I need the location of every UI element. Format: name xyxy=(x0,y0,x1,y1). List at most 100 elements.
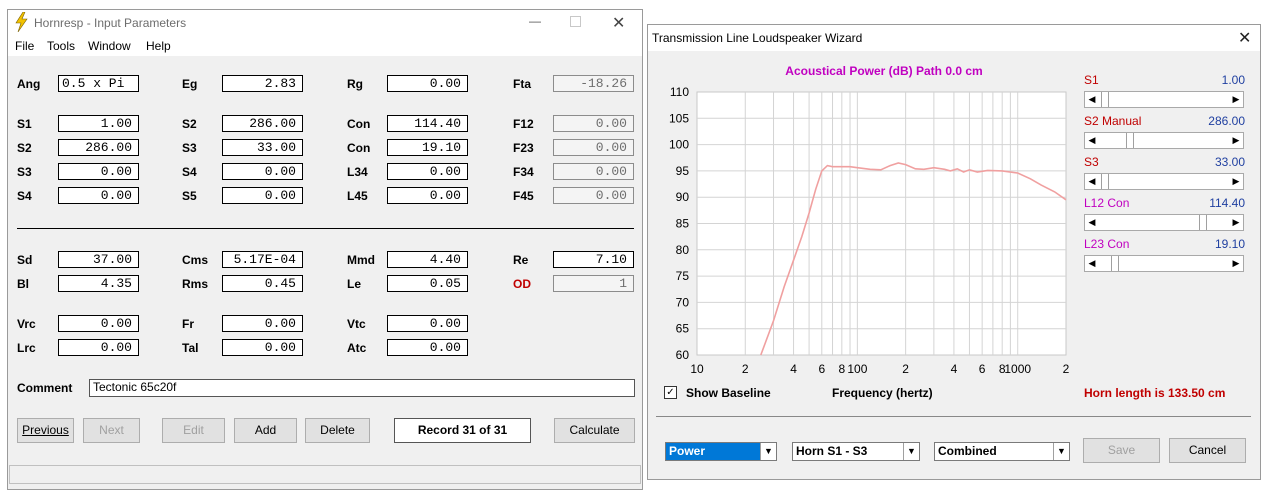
close-icon[interactable]: ✕ xyxy=(1238,28,1251,48)
horn-section-select[interactable]: Horn S1 - S3 ▼ xyxy=(792,442,920,461)
chevron-down-icon[interactable]: ▼ xyxy=(1053,443,1069,460)
slider-left-arrow-icon[interactable]: ◀ xyxy=(1085,215,1099,230)
param-field-f23[interactable]: 0.00 xyxy=(553,139,634,156)
close-icon[interactable]: ✕ xyxy=(612,13,625,33)
slider-right-arrow-icon[interactable]: ▶ xyxy=(1229,133,1243,148)
slider-track[interactable]: ◀ ▶ xyxy=(1084,214,1244,231)
slider-track[interactable]: ◀ ▶ xyxy=(1084,255,1244,272)
param-field-f45[interactable]: 0.00 xyxy=(553,187,634,204)
menu-file[interactable]: File xyxy=(15,39,34,53)
param-label-lrc: Lrc xyxy=(17,341,36,355)
slider-right-arrow-icon[interactable]: ▶ xyxy=(1229,92,1243,107)
param-label-con: Con xyxy=(347,117,371,131)
param-field-s2[interactable]: 286.00 xyxy=(222,115,303,132)
param-field-od[interactable]: 1 xyxy=(553,275,634,292)
menu-bar: File Tools Window Help xyxy=(8,36,642,56)
param-label-eg: Eg xyxy=(182,77,198,91)
slider-right-arrow-icon[interactable]: ▶ xyxy=(1229,256,1243,271)
save-button[interactable]: Save xyxy=(1083,438,1160,463)
param-field-fr[interactable]: 0.00 xyxy=(222,315,303,332)
add-button[interactable]: Add xyxy=(234,418,297,443)
slider-right-arrow-icon[interactable]: ▶ xyxy=(1229,174,1243,189)
param-field-le[interactable]: 0.05 xyxy=(387,275,468,292)
param-field-atc[interactable]: 0.00 xyxy=(387,339,468,356)
param-field-mmd[interactable]: 4.40 xyxy=(387,251,468,268)
cancel-button[interactable]: Cancel xyxy=(1169,438,1246,463)
param-field-s4[interactable]: 0.00 xyxy=(58,187,139,204)
comment-field[interactable]: Tectonic 65c20f xyxy=(89,379,635,397)
param-field-s3[interactable]: 33.00 xyxy=(222,139,303,156)
param-field-s2[interactable]: 286.00 xyxy=(58,139,139,156)
slider-left-arrow-icon[interactable]: ◀ xyxy=(1085,92,1099,107)
param-label-l45: L45 xyxy=(347,189,368,203)
param-field-lrc[interactable]: 0.00 xyxy=(58,339,139,356)
param-field-l45[interactable]: 0.00 xyxy=(387,187,468,204)
slider-thumb[interactable] xyxy=(1199,215,1208,230)
combined-select[interactable]: Combined ▼ xyxy=(934,442,1070,461)
menu-window[interactable]: Window xyxy=(88,39,131,53)
slider-name: L23 Con xyxy=(1084,237,1130,251)
param-field-vrc[interactable]: 0.00 xyxy=(58,315,139,332)
calculate-button[interactable]: Calculate xyxy=(554,418,635,443)
param-field-re[interactable]: 7.10 xyxy=(553,251,634,268)
wizard-title-bar: Transmission Line Loudspeaker Wizard ✕ xyxy=(648,25,1260,51)
param-label-s2: S2 xyxy=(17,141,32,155)
delete-button[interactable]: Delete xyxy=(305,418,370,443)
param-field-s1[interactable]: 1.00 xyxy=(58,115,139,132)
slider-value: 114.40 xyxy=(1209,196,1245,210)
param-field-ang[interactable]: 0.5 x Pi xyxy=(58,75,139,92)
param-field-cms[interactable]: 5.17E-04 xyxy=(222,251,303,268)
param-field-s3[interactable]: 0.00 xyxy=(58,163,139,180)
slider-left-arrow-icon[interactable]: ◀ xyxy=(1085,133,1099,148)
param-field-f34[interactable]: 0.00 xyxy=(553,163,634,180)
previous-button[interactable]: Previous xyxy=(17,418,74,443)
slider-thumb[interactable] xyxy=(1111,256,1120,271)
slider-left-arrow-icon[interactable]: ◀ xyxy=(1085,174,1099,189)
param-field-l34[interactable]: 0.00 xyxy=(387,163,468,180)
param-field-con[interactable]: 19.10 xyxy=(387,139,468,156)
slider-name: S3 xyxy=(1084,155,1099,169)
divider xyxy=(656,416,1251,417)
chevron-down-icon[interactable]: ▼ xyxy=(903,443,919,460)
param-field-s4[interactable]: 0.00 xyxy=(222,163,303,180)
param-label-ang: Ang xyxy=(17,77,41,91)
slider-thumb[interactable] xyxy=(1101,92,1110,107)
param-label-atc: Atc xyxy=(347,341,367,355)
param-field-vtc[interactable]: 0.00 xyxy=(387,315,468,332)
param-field-bl[interactable]: 4.35 xyxy=(58,275,139,292)
divider xyxy=(17,228,634,229)
next-button[interactable]: Next xyxy=(83,418,140,443)
slider-right-arrow-icon[interactable]: ▶ xyxy=(1229,215,1243,230)
param-label-f45: F45 xyxy=(513,189,534,203)
param-field-eg[interactable]: 2.83 xyxy=(222,75,303,92)
param-field-rg[interactable]: 0.00 xyxy=(387,75,468,92)
output-type-select[interactable]: Power ▼ xyxy=(665,442,777,461)
slider-value: 286.00 xyxy=(1208,114,1245,128)
slider-track[interactable]: ◀ ▶ xyxy=(1084,173,1244,190)
chevron-down-icon[interactable]: ▼ xyxy=(760,443,776,460)
slider-thumb[interactable] xyxy=(1125,133,1134,148)
menu-help[interactable]: Help xyxy=(146,39,171,53)
slider-left-arrow-icon[interactable]: ◀ xyxy=(1085,256,1099,271)
param-field-rms[interactable]: 0.45 xyxy=(222,275,303,292)
param-field-sd[interactable]: 37.00 xyxy=(58,251,139,268)
param-field-tal[interactable]: 0.00 xyxy=(222,339,303,356)
param-field-f12[interactable]: 0.00 xyxy=(553,115,634,132)
menu-tools[interactable]: Tools xyxy=(47,39,75,53)
maximize-icon[interactable] xyxy=(570,16,581,27)
slider-track[interactable]: ◀ ▶ xyxy=(1084,132,1244,149)
edit-button[interactable]: Edit xyxy=(162,418,225,443)
slider-track[interactable]: ◀ ▶ xyxy=(1084,91,1244,108)
slider-thumb[interactable] xyxy=(1101,174,1110,189)
show-baseline-checkbox[interactable]: ✓ xyxy=(664,386,677,399)
x-tick-label: 2 xyxy=(742,362,749,376)
y-tick-label: 80 xyxy=(676,243,690,257)
param-field-fta[interactable]: -18.26 xyxy=(553,75,634,92)
x-tick-label: 1000 xyxy=(1004,362,1031,376)
param-field-con[interactable]: 114.40 xyxy=(387,115,468,132)
minimize-icon[interactable]: — xyxy=(528,14,542,30)
x-tick-label: 6 xyxy=(818,362,825,376)
param-field-s5[interactable]: 0.00 xyxy=(222,187,303,204)
horn-section-value: Horn S1 - S3 xyxy=(796,444,868,458)
show-baseline-label[interactable]: Show Baseline xyxy=(686,386,771,400)
